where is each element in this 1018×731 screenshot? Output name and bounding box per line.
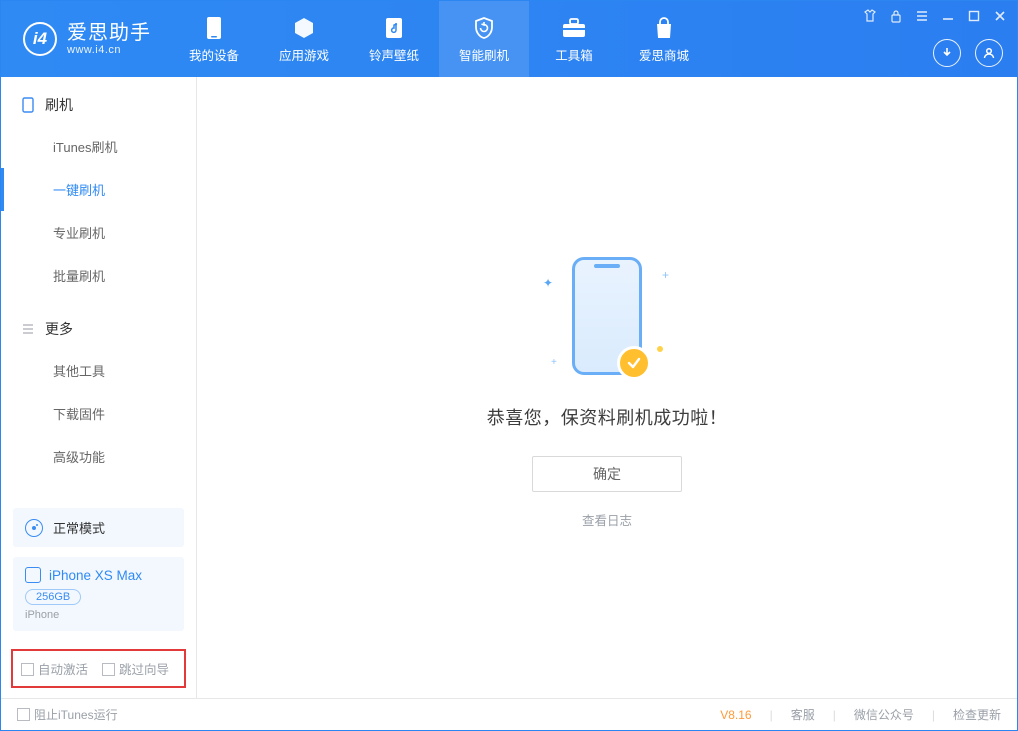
lock-icon[interactable] xyxy=(887,7,905,25)
tab-label: 应用游戏 xyxy=(279,45,329,64)
sidebar-head-flash: 刷机 xyxy=(1,95,196,125)
nav-tabs: 我的设备 应用游戏 铃声壁纸 智能刷机 工具箱 爱思商城 xyxy=(169,1,709,77)
tab-apps[interactable]: 应用游戏 xyxy=(259,1,349,77)
header-actions xyxy=(933,39,1003,67)
minimize-icon[interactable] xyxy=(939,7,957,25)
logo-title: 爱思助手 xyxy=(67,22,151,44)
toolbox-icon xyxy=(561,15,587,41)
logo-icon: i4 xyxy=(23,22,57,56)
sparkle-icon: ✦ xyxy=(543,276,553,290)
device-icon xyxy=(21,98,35,112)
list-icon xyxy=(21,322,35,336)
header: i4 爱思助手 www.i4.cn 我的设备 应用游戏 铃声壁纸 智能刷机 xyxy=(1,1,1017,77)
device-capacity: 256GB xyxy=(25,589,81,605)
footer-link-support[interactable]: 客服 xyxy=(791,706,815,723)
view-log-link[interactable]: 查看日志 xyxy=(582,510,632,529)
device-name: iPhone XS Max xyxy=(49,568,142,583)
checkbox-auto-activate[interactable]: 自动激活 xyxy=(21,659,88,678)
dot-icon xyxy=(657,346,663,352)
mode-label: 正常模式 xyxy=(53,518,105,537)
checkbox-block-itunes[interactable]: 阻止iTunes运行 xyxy=(17,706,118,723)
logo-url: www.i4.cn xyxy=(67,44,151,56)
sidebar-item-pro-flash[interactable]: 专业刷机 xyxy=(1,211,196,254)
tab-ringtones[interactable]: 铃声壁纸 xyxy=(349,1,439,77)
sidebar-item-onekey-flash[interactable]: 一键刷机 xyxy=(1,168,196,211)
shield-refresh-icon xyxy=(471,15,497,41)
tab-label: 工具箱 xyxy=(555,45,593,64)
ok-button[interactable]: 确定 xyxy=(532,456,682,492)
sidebar-item-advanced[interactable]: 高级功能 xyxy=(1,435,196,478)
sidebar-section-more: 更多 其他工具 下载固件 高级功能 xyxy=(1,301,196,482)
tab-my-device[interactable]: 我的设备 xyxy=(169,1,259,77)
sidebar-item-download-firmware[interactable]: 下载固件 xyxy=(1,392,196,435)
footer: 阻止iTunes运行 V8.16 | 客服 | 微信公众号 | 检查更新 xyxy=(1,698,1017,730)
device-type: iPhone xyxy=(25,609,172,621)
sidebar-item-other-tools[interactable]: 其他工具 xyxy=(1,349,196,392)
checkbox-icon xyxy=(21,663,34,676)
phone-notch xyxy=(594,264,620,268)
phone-icon xyxy=(201,15,227,41)
download-button[interactable] xyxy=(933,39,961,67)
checkbox-icon xyxy=(17,708,30,721)
music-file-icon xyxy=(381,15,407,41)
sidebar-item-batch-flash[interactable]: 批量刷机 xyxy=(1,254,196,297)
tab-label: 我的设备 xyxy=(189,45,239,64)
main-content: ✦ + + 恭喜您，保资料刷机成功啦！ 确定 查看日志 xyxy=(197,77,1017,698)
body: 刷机 iTunes刷机 一键刷机 专业刷机 批量刷机 更多 其他工具 下载固件 … xyxy=(1,77,1017,698)
maximize-icon[interactable] xyxy=(965,7,983,25)
checkmark-badge-icon xyxy=(617,346,651,380)
device-card[interactable]: iPhone XS Max 256GB iPhone xyxy=(13,557,184,631)
sparkle-icon: + xyxy=(662,268,669,282)
cube-icon xyxy=(291,15,317,41)
footer-link-wechat[interactable]: 微信公众号 xyxy=(854,706,914,723)
success-illustration: ✦ + + xyxy=(517,246,697,386)
profile-button[interactable] xyxy=(975,39,1003,67)
checkbox-icon xyxy=(102,663,115,676)
tab-toolbox[interactable]: 工具箱 xyxy=(529,1,619,77)
version-label: V8.16 xyxy=(720,708,751,722)
phone-icon xyxy=(572,257,642,375)
mode-icon xyxy=(25,519,43,537)
sidebar-title: 刷机 xyxy=(45,95,73,115)
options-highlighted: 自动激活 跳过向导 xyxy=(11,649,186,688)
checkbox-skip-guide[interactable]: 跳过向导 xyxy=(102,659,169,678)
sidebar-title: 更多 xyxy=(45,319,73,339)
tab-store[interactable]: 爱思商城 xyxy=(619,1,709,77)
window-controls xyxy=(861,7,1009,25)
success-message: 恭喜您，保资料刷机成功啦！ xyxy=(487,404,728,430)
menu-icon[interactable] xyxy=(913,7,931,25)
footer-link-update[interactable]: 检查更新 xyxy=(953,706,1001,723)
sidebar-head-more: 更多 xyxy=(1,319,196,349)
close-icon[interactable] xyxy=(991,7,1009,25)
tab-label: 铃声壁纸 xyxy=(369,45,419,64)
tab-label: 爱思商城 xyxy=(639,45,689,64)
app-window: i4 爱思助手 www.i4.cn 我的设备 应用游戏 铃声壁纸 智能刷机 xyxy=(0,0,1018,731)
tab-flash[interactable]: 智能刷机 xyxy=(439,1,529,77)
device-small-icon xyxy=(25,567,41,583)
tab-label: 智能刷机 xyxy=(459,45,509,64)
shirt-icon[interactable] xyxy=(861,7,879,25)
sidebar-section-flash: 刷机 iTunes刷机 一键刷机 专业刷机 批量刷机 xyxy=(1,77,196,301)
sparkle-icon: + xyxy=(551,357,557,368)
logo: i4 爱思助手 www.i4.cn xyxy=(1,1,169,77)
sidebar-item-itunes-flash[interactable]: iTunes刷机 xyxy=(1,125,196,168)
bag-icon xyxy=(651,15,677,41)
mode-card[interactable]: 正常模式 xyxy=(13,508,184,547)
sidebar: 刷机 iTunes刷机 一键刷机 专业刷机 批量刷机 更多 其他工具 下载固件 … xyxy=(1,77,197,698)
